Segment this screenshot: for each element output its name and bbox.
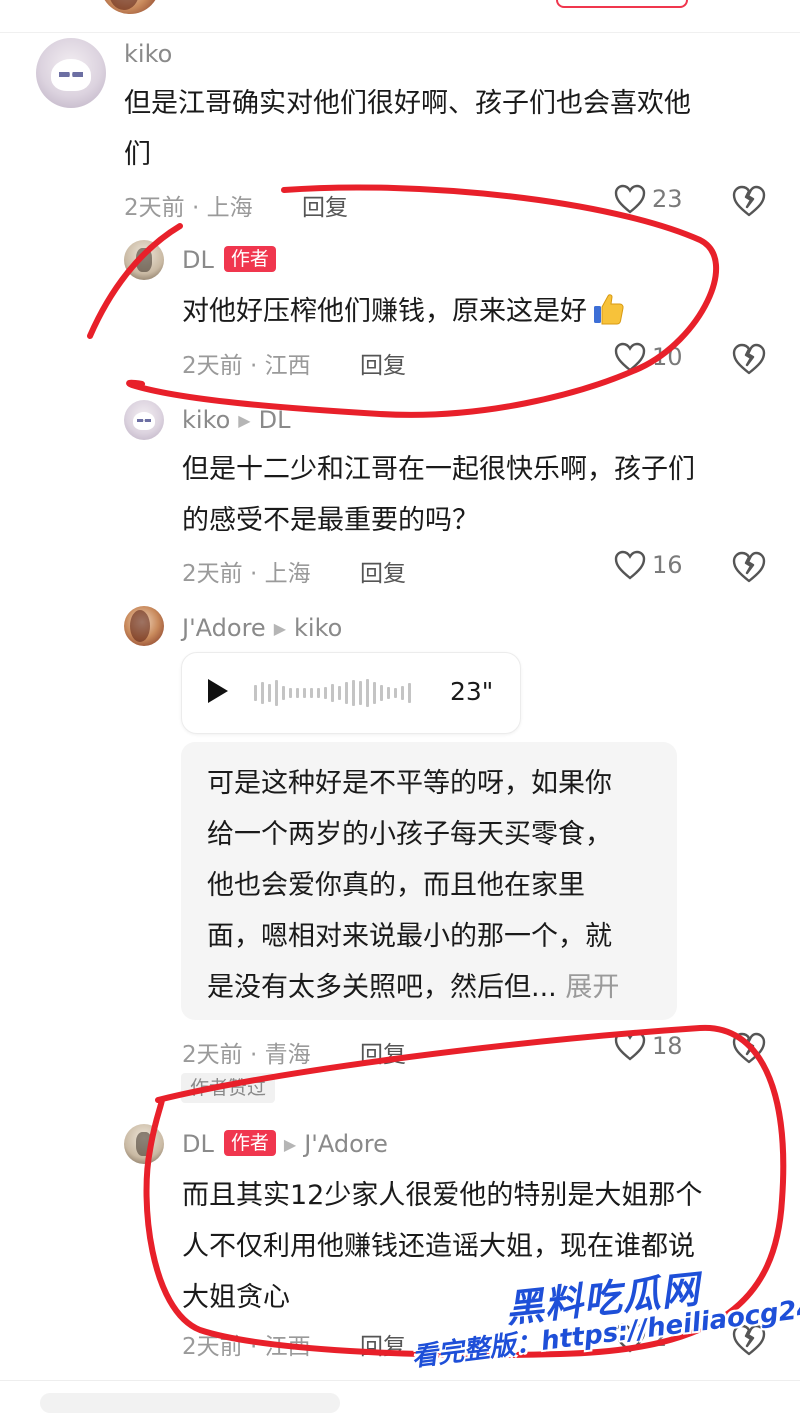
voice-message-player[interactable]: 23" [181, 652, 521, 734]
like-count: 23 [652, 185, 683, 213]
username-line: DL 作者 [182, 246, 276, 274]
comment-meta: 2天前 · 上海 [124, 188, 253, 222]
transcript-line: 面，嗯相对来说最小的那一个，就 [207, 921, 612, 952]
reply-button[interactable]: 回复 [360, 1035, 406, 1069]
username[interactable]: DL [182, 1130, 214, 1158]
comment-meta: 2天前 · 江西 [182, 1327, 311, 1361]
comment-line: 的感受不是最重要的吗？ [182, 505, 479, 536]
transcript-line: 他也会爱你真的，而且他在家里 [207, 870, 585, 901]
like-button[interactable]: 23 [614, 184, 683, 214]
comment-time: 2天前 [182, 1042, 243, 1068]
comment-time: 2天前 [182, 353, 243, 379]
heart-icon [614, 1031, 646, 1061]
broken-heart-icon [732, 1032, 766, 1064]
avatar-dl[interactable] [124, 1124, 164, 1164]
reply-to-username[interactable]: J'Adore [304, 1130, 388, 1158]
reply-arrow-icon: ▶ [273, 619, 287, 638]
comment-meta: 2天前 · 青海 [182, 1035, 311, 1069]
heart-icon [614, 184, 646, 214]
comment-time: 2天前 [182, 1334, 243, 1360]
like-button[interactable]: 10 [614, 342, 683, 372]
thumbs-up-icon [594, 294, 624, 325]
heart-icon [614, 342, 646, 372]
username-line: DL 作者 ▶ J'Adore [182, 1130, 388, 1158]
dislike-button[interactable] [732, 343, 766, 379]
reply-to-username[interactable]: DL [259, 406, 291, 434]
transcript-line: 是没有太多关照吧，然后但... [207, 972, 557, 1003]
play-icon[interactable] [208, 679, 228, 703]
divider [0, 32, 800, 33]
author-badge: 作者 [223, 246, 276, 272]
comment-text: 对他好压榨他们赚钱，原来这是好 [182, 286, 742, 337]
expand-link[interactable]: 展开 [565, 972, 619, 1003]
username-line: kiko ▶ DL [182, 406, 290, 434]
reply-button[interactable]: 回复 [360, 346, 406, 380]
waveform-icon [254, 678, 411, 708]
reply-button[interactable]: 回复 [360, 1327, 406, 1361]
meta-separator: · [249, 1042, 258, 1068]
username[interactable]: kiko [124, 40, 172, 68]
meta-separator: · [249, 353, 258, 379]
dislike-button[interactable] [732, 551, 766, 587]
comment-time: 2天前 [124, 195, 185, 221]
voice-transcript-card: 可是这种好是不平等的呀，如果你 给一个两岁的小孩子每天买零食， 他也会爱你真的，… [181, 742, 677, 1020]
transcript-text: 可是这种好是不平等的呀，如果你 给一个两岁的小孩子每天买零食， 他也会爱你真的，… [207, 758, 667, 1013]
transcript-line: 给一个两岁的小孩子每天买零食， [207, 819, 612, 850]
comment-line: 但是江哥确实对他们很好啊、孩子们也会喜欢他 [124, 88, 691, 119]
author-badge: 作者 [223, 1130, 276, 1156]
like-count: 18 [652, 1032, 683, 1060]
comment-line: 但是十二少和江哥在一起很快乐啊，孩子们 [182, 454, 695, 485]
dislike-button[interactable] [732, 1032, 766, 1068]
like-button[interactable]: 18 [614, 1031, 683, 1061]
transcript-line-last: 是没有太多关照吧，然后但... 展开 [207, 962, 667, 1013]
username-line: J'Adore ▶ kiko [182, 614, 342, 642]
comment-location: 江西 [264, 353, 311, 379]
reply-arrow-icon: ▶ [283, 1135, 297, 1154]
voice-duration: 23" [450, 677, 494, 706]
comment-location: 上海 [206, 195, 253, 221]
like-count: 16 [652, 551, 683, 579]
comment-location: 江西 [264, 1334, 311, 1360]
reply-arrow-icon: ▶ [238, 411, 251, 430]
username[interactable]: J'Adore [182, 614, 266, 642]
reply-to-username[interactable]: kiko [294, 614, 342, 642]
comment-meta: 2天前 · 上海 [182, 554, 311, 588]
meta-separator: · [249, 561, 258, 587]
comment-time: 2天前 [182, 561, 243, 587]
heart-icon [614, 550, 646, 580]
transcript-line: 可是这种好是不平等的呀，如果你 [207, 768, 612, 799]
comment-line: 对他好压榨他们赚钱，原来这是好 [182, 296, 587, 327]
like-count: 10 [652, 343, 683, 371]
broken-heart-icon [732, 551, 766, 583]
reply-button[interactable]: 回复 [302, 188, 348, 222]
comment-line: 们 [124, 139, 151, 170]
broken-heart-icon [732, 185, 766, 217]
broken-heart-icon [732, 343, 766, 375]
comment-text: 但是江哥确实对他们很好啊、孩子们也会喜欢他 们 [124, 78, 774, 180]
avatar-kiko[interactable] [124, 400, 164, 440]
username[interactable]: DL [182, 246, 214, 274]
follow-button-partial[interactable] [556, 0, 688, 8]
avatar-dl[interactable] [124, 240, 164, 280]
comment-line: 而且其实12少家人很爱他的特别是大姐那个 [182, 1180, 703, 1211]
reply-button[interactable]: 回复 [360, 554, 406, 588]
comment-location: 青海 [264, 1042, 311, 1068]
avatar-top-partial[interactable] [100, 0, 160, 14]
meta-separator: · [249, 1334, 258, 1360]
bottom-input-bar [0, 1380, 800, 1413]
avatar-kiko[interactable] [36, 38, 106, 108]
comment-meta: 2天前 · 江西 [182, 346, 311, 380]
comment-input[interactable] [40, 1393, 340, 1413]
comment-location: 上海 [264, 561, 311, 587]
author-liked-badge: 作者赞过 [181, 1073, 276, 1103]
avatar-jadore[interactable] [124, 606, 164, 646]
comment-text: 但是十二少和江哥在一起很快乐啊，孩子们 的感受不是最重要的吗？ [182, 444, 772, 546]
username[interactable]: kiko [182, 406, 230, 434]
dislike-button[interactable] [732, 185, 766, 221]
meta-separator: · [191, 195, 200, 221]
like-button[interactable]: 16 [614, 550, 683, 580]
